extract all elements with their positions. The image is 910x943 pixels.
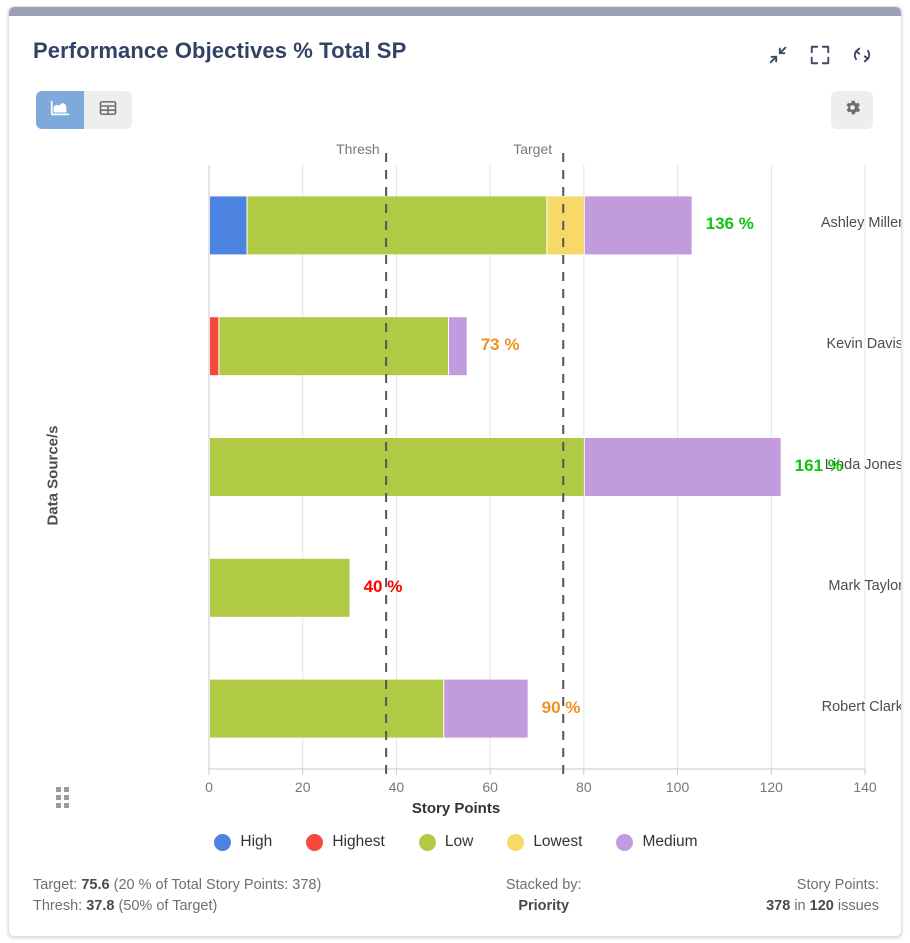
thresh-prefix: Thresh: <box>33 898 87 915</box>
drag-dot <box>64 803 69 808</box>
target-prefix: Target: <box>33 877 82 893</box>
story-points-label: Story Points: <box>796 877 879 893</box>
bar-segment <box>210 558 350 617</box>
bar-value-label: 73 % <box>480 335 520 355</box>
bar-segment <box>444 679 528 738</box>
legend-item[interactable]: Lowest <box>507 833 582 851</box>
chart-view-button[interactable] <box>36 91 84 129</box>
footer-thresh-line: Thresh: 37.8 (50% of Target) <box>33 896 321 917</box>
legend-label: Highest <box>332 833 385 850</box>
table-view-button[interactable] <box>84 91 132 129</box>
x-tick-label: 20 <box>294 779 311 795</box>
legend-label: Medium <box>642 833 698 850</box>
table-icon <box>98 98 118 123</box>
target-value: 75.6 <box>81 877 110 893</box>
card-top-accent-bar <box>9 7 901 16</box>
bar-segment <box>247 196 547 255</box>
legend-label: High <box>240 833 273 850</box>
x-tick-label: 0 <box>205 779 213 795</box>
x-tick-label: 40 <box>388 779 405 795</box>
stacked-by-value: Priority <box>518 898 570 915</box>
issues-value: 120 <box>809 898 834 915</box>
settings-button[interactable] <box>831 91 873 129</box>
y-axis-category-label: Mark Taylor <box>828 577 902 594</box>
bar-segment <box>210 438 584 496</box>
x-tick-label: 140 <box>853 779 877 795</box>
target-suffix: (20 % of Total Story Points: 378) <box>109 877 322 893</box>
story-points-value: 378 <box>766 898 791 915</box>
legend-item[interactable]: Low <box>418 833 474 851</box>
card-header: Performance Objectives % Total SP <box>9 16 901 78</box>
x-axis-title: Story Points <box>411 800 501 817</box>
page-title: Performance Objectives % Total SP <box>33 38 407 63</box>
legend-color-dot <box>306 833 324 851</box>
card-footer: Target: 75.6 (20 % of Total Story Points… <box>9 869 901 931</box>
bar-segment <box>219 317 448 376</box>
chart-legend: High Highest Low Lowest Medium <box>9 833 901 851</box>
x-tick-label: 100 <box>665 779 690 795</box>
legend-color-dot <box>214 833 232 851</box>
y-axis-category-label: Kevin Davis <box>826 336 902 353</box>
footer-stacked-by: Stacked by: Priority <box>506 875 582 917</box>
gear-icon <box>843 98 862 122</box>
x-tick-label: 120 <box>759 779 783 795</box>
x-tick-label: 60 <box>482 779 498 795</box>
bar-segment <box>547 196 584 255</box>
drag-dot <box>56 787 61 792</box>
thresh-suffix: (50% of Target) <box>114 898 218 915</box>
bar-segment <box>448 317 467 376</box>
chart-plot-area: Data Source/s Ashley Miller Kevin Davis Li… <box>9 137 902 817</box>
legend-color-dot <box>418 833 436 851</box>
legend-color-dot <box>616 833 634 851</box>
collapse-icon[interactable] <box>767 44 789 66</box>
legend-label: Low <box>444 833 474 850</box>
drag-handle[interactable] <box>56 787 72 808</box>
footer-target-line: Target: 75.6 (20 % of Total Story Points… <box>33 875 321 896</box>
bar-value-label: 136 % <box>705 214 754 234</box>
legend-color-dot <box>507 833 525 851</box>
drag-dot <box>64 787 69 792</box>
legend-item[interactable]: High <box>214 833 272 851</box>
x-tick-label: 80 <box>576 779 592 795</box>
marker-label: Target <box>513 141 553 157</box>
thresh-value: 37.8 <box>86 898 115 915</box>
y-axis-category-label: Robert Clark <box>821 698 902 715</box>
legend-item[interactable]: Highest <box>306 833 385 851</box>
bar-segment <box>210 196 247 255</box>
drag-dot <box>56 795 61 800</box>
footer-target-info: Target: 75.6 (20 % of Total Story Points… <box>33 875 321 917</box>
card-toolbar <box>9 85 901 135</box>
legend-label: Lowest <box>533 833 583 850</box>
bar-value-label: 161 % <box>794 456 843 475</box>
footer-story-points: Story Points: 378 in 120 issues <box>766 875 879 917</box>
stacked-by-label: Stacked by: <box>505 877 582 893</box>
bar-value-label: 40 % <box>363 576 403 596</box>
dashboard-card: Performance Objectives % Total SP Data S… <box>8 6 902 937</box>
refresh-icon[interactable] <box>851 44 873 66</box>
marker-label: Thresh <box>336 141 380 157</box>
bar-value-label: 90 % <box>541 697 581 717</box>
drag-dot <box>56 803 61 808</box>
story-points-mid: in <box>790 898 810 915</box>
issues-suffix: issues <box>833 898 879 915</box>
view-toggle-group <box>36 91 132 129</box>
bar-segment <box>584 196 692 255</box>
bar-segment <box>210 679 444 738</box>
header-action-icons <box>767 44 873 66</box>
legend-item[interactable]: Medium <box>616 833 698 851</box>
bar-segment <box>210 317 219 376</box>
fullscreen-icon[interactable] <box>809 44 831 66</box>
area-chart-icon <box>49 97 71 124</box>
drag-dot <box>64 795 69 800</box>
